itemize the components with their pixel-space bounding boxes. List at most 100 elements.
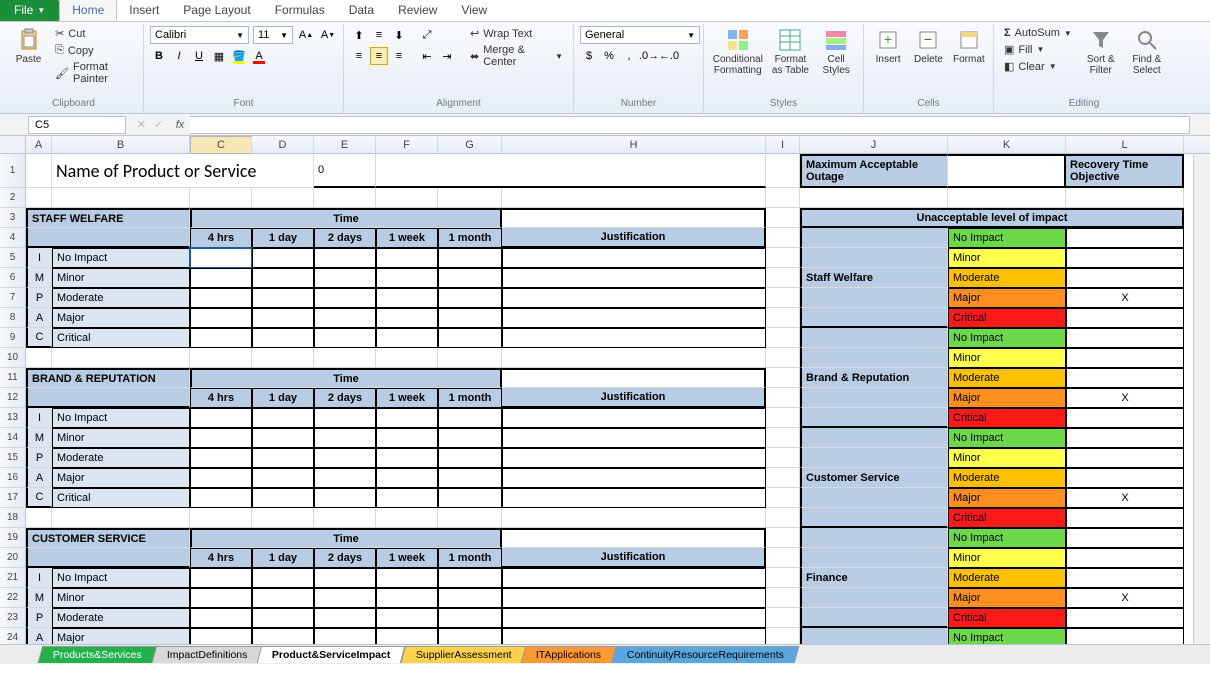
increase-decimal-button[interactable]: .0→ (640, 47, 658, 65)
format-button[interactable]: Format (951, 26, 987, 67)
time-cell[interactable] (252, 408, 314, 428)
cell[interactable] (766, 448, 800, 468)
time-col-header[interactable]: 1 day (252, 548, 314, 568)
justification-cell[interactable] (502, 248, 766, 268)
name-box[interactable]: C5 (28, 116, 126, 134)
cell[interactable] (766, 308, 800, 328)
row-header[interactable]: 24 (0, 628, 26, 644)
justification-header[interactable]: Justification (502, 548, 766, 568)
impact-level-cell[interactable]: Minor (948, 248, 1066, 268)
right-category[interactable] (800, 288, 948, 308)
cut-button[interactable]: ✂Cut (51, 26, 137, 41)
impact-level-label[interactable]: Major (52, 308, 190, 328)
font-color-button[interactable]: A (250, 47, 268, 65)
justification-cell[interactable] (502, 288, 766, 308)
cell[interactable] (190, 508, 252, 528)
border-button[interactable]: ▦ (210, 47, 228, 65)
cell[interactable] (252, 348, 314, 368)
impact-level-label[interactable]: Moderate (52, 448, 190, 468)
impact-level-cell[interactable]: No Impact (948, 528, 1066, 548)
cell[interactable] (766, 548, 800, 568)
impact-x-cell[interactable] (1066, 568, 1184, 588)
impact-level-label[interactable]: No Impact (52, 568, 190, 588)
right-category[interactable] (800, 328, 948, 348)
time-cell[interactable] (376, 568, 438, 588)
col-header-C[interactable]: C (190, 136, 252, 154)
time-cell[interactable] (190, 608, 252, 628)
clear-button[interactable]: ◧ Clear ▼ (1000, 59, 1076, 74)
impact-level-label[interactable]: Moderate (52, 608, 190, 628)
impact-x-cell[interactable] (1066, 448, 1184, 468)
file-tab[interactable]: File ▼ (0, 0, 59, 21)
cell[interactable] (766, 388, 800, 408)
time-cell[interactable] (252, 268, 314, 288)
align-middle-button[interactable]: ≡ (370, 26, 388, 44)
cell[interactable] (26, 508, 52, 528)
cell[interactable] (766, 428, 800, 448)
time-cell[interactable] (438, 568, 502, 588)
decrease-decimal-button[interactable]: ←.0 (660, 47, 678, 65)
decrease-font-button[interactable]: A▼ (319, 26, 337, 44)
cell[interactable] (502, 188, 766, 208)
right-category[interactable] (800, 308, 948, 328)
impact-x-cell[interactable] (1066, 468, 1184, 488)
section-title[interactable]: STAFF WELFARE (26, 208, 190, 228)
time-cell[interactable] (438, 628, 502, 644)
col-header-B[interactable]: B (52, 136, 190, 153)
right-category[interactable] (800, 508, 948, 528)
time-cell[interactable] (314, 628, 376, 644)
right-category[interactable] (800, 228, 948, 248)
impact-level-cell[interactable]: Moderate (948, 368, 1066, 388)
wrap-text-button[interactable]: ↩Wrap Text (466, 26, 567, 41)
cell[interactable] (502, 208, 766, 228)
time-cell[interactable] (376, 248, 438, 268)
time-cell[interactable] (190, 428, 252, 448)
row-header[interactable]: 13 (0, 408, 26, 428)
time-cell[interactable] (438, 288, 502, 308)
row-header[interactable]: 7 (0, 288, 26, 308)
cell[interactable] (252, 188, 314, 208)
row-header[interactable]: 9 (0, 328, 26, 348)
right-category[interactable] (800, 448, 948, 468)
right-category[interactable] (800, 588, 948, 608)
row-header[interactable]: 2 (0, 188, 26, 208)
row-header[interactable]: 22 (0, 588, 26, 608)
time-cell[interactable] (376, 588, 438, 608)
impact-side-letter[interactable]: P (26, 288, 52, 308)
cell[interactable] (438, 508, 502, 528)
impact-x-cell[interactable] (1066, 248, 1184, 268)
col-header-J[interactable]: J (800, 136, 948, 153)
impact-x-cell[interactable] (1066, 428, 1184, 448)
right-category[interactable] (800, 608, 948, 628)
tab-view[interactable]: View (449, 0, 499, 21)
impact-side-letter[interactable]: C (26, 488, 52, 508)
cell[interactable] (766, 288, 800, 308)
col-header-K[interactable]: K (948, 136, 1066, 153)
cell[interactable] (502, 528, 766, 548)
impact-level-label[interactable]: Minor (52, 428, 190, 448)
row-header[interactable]: 8 (0, 308, 26, 328)
time-cell[interactable] (252, 628, 314, 644)
time-header[interactable]: Time (190, 208, 502, 228)
cell[interactable] (766, 608, 800, 628)
cell[interactable] (502, 368, 766, 388)
bold-button[interactable]: B (150, 47, 168, 65)
format-painter-button[interactable]: 🖌Format Painter (51, 60, 137, 86)
time-cell[interactable] (252, 468, 314, 488)
paste-button[interactable]: Paste (10, 26, 47, 67)
justification-cell[interactable] (502, 308, 766, 328)
impact-level-cell[interactable]: Minor (948, 548, 1066, 568)
number-format-select[interactable]: General▼ (580, 26, 700, 44)
impact-x-cell[interactable] (1066, 228, 1184, 248)
impact-level-cell[interactable]: Critical (948, 608, 1066, 628)
time-cell[interactable] (314, 408, 376, 428)
impact-side-letter[interactable]: M (26, 588, 52, 608)
row-header[interactable]: 5 (0, 248, 26, 268)
impact-side-letter[interactable]: C (26, 328, 52, 348)
cell[interactable] (766, 268, 800, 288)
copy-button[interactable]: ⎘Copy (51, 43, 137, 58)
justification-cell[interactable] (502, 608, 766, 628)
cell[interactable] (766, 154, 800, 188)
vertical-scrollbar[interactable] (1193, 154, 1210, 644)
impact-x-cell[interactable] (1066, 528, 1184, 548)
